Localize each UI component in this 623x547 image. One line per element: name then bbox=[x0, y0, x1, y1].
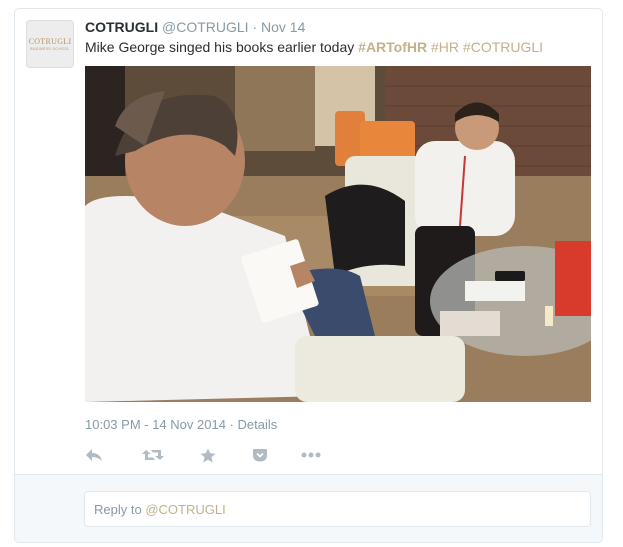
star-icon bbox=[200, 448, 216, 462]
pocket-button[interactable] bbox=[253, 445, 267, 465]
tweet-card: COTRUGLI BUSINESS SCHOOL COTRUGLI @COTRU… bbox=[14, 8, 603, 543]
pocket-icon bbox=[253, 448, 267, 461]
tweet-actions bbox=[85, 445, 385, 465]
header-separator: · bbox=[252, 19, 258, 35]
reply-mention: @COTRUGLI bbox=[145, 502, 226, 517]
avatar-logo-subtext: BUSINESS SCHOOL bbox=[30, 47, 70, 51]
reply-input[interactable]: Reply to @COTRUGLI bbox=[84, 491, 591, 527]
more-button[interactable] bbox=[301, 445, 321, 465]
tweet-date[interactable]: Nov 14 bbox=[261, 19, 305, 35]
hashtag-hr[interactable]: #HR bbox=[431, 39, 459, 55]
tweet-text: Mike George singed his books earlier tod… bbox=[85, 39, 543, 55]
retweet-button[interactable] bbox=[142, 445, 164, 465]
reply-button[interactable] bbox=[85, 445, 103, 465]
hashtag-cotrugli[interactable]: #COTRUGLI bbox=[463, 39, 543, 55]
tweet-photo[interactable] bbox=[85, 66, 591, 402]
details-link[interactable]: Details bbox=[238, 417, 278, 432]
tweet-header: COTRUGLI @COTRUGLI · Nov 14 bbox=[85, 19, 305, 35]
favorite-button[interactable] bbox=[200, 445, 216, 465]
reply-icon bbox=[86, 449, 102, 461]
reply-prefix: Reply to bbox=[94, 502, 146, 517]
photo-image bbox=[85, 66, 591, 402]
author-handle[interactable]: @COTRUGLI bbox=[162, 19, 249, 35]
more-icon bbox=[301, 452, 321, 458]
reply-area: Reply to @COTRUGLI bbox=[15, 474, 602, 542]
author-name[interactable]: COTRUGLI bbox=[85, 19, 158, 35]
tweet-body: Mike George singed his books earlier tod… bbox=[85, 39, 359, 55]
tweet-timestamp[interactable]: 10:03 PM - 14 Nov 2014 bbox=[85, 417, 226, 432]
retweet-icon bbox=[142, 450, 164, 460]
hashtag-artofhr[interactable]: #ARTofHR bbox=[358, 39, 427, 55]
avatar-logo-text: COTRUGLI bbox=[28, 37, 72, 46]
meta-separator: · bbox=[229, 417, 234, 432]
avatar[interactable]: COTRUGLI BUSINESS SCHOOL bbox=[26, 20, 74, 68]
tweet-meta: 10:03 PM - 14 Nov 2014 · Details bbox=[85, 417, 277, 432]
